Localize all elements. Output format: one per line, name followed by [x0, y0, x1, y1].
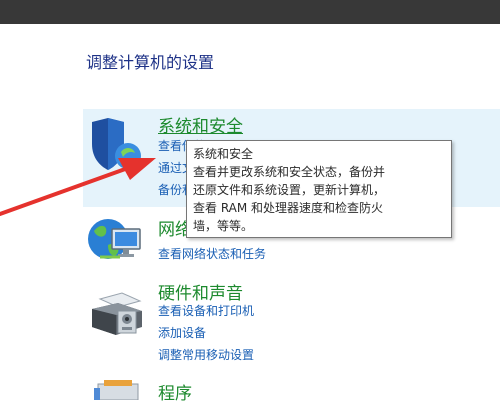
link-add-device[interactable]: 添加设备: [158, 324, 206, 341]
tooltip-line: 系统和安全: [193, 147, 254, 161]
tooltip-line: 墙，等等。: [193, 219, 254, 233]
network-globe-icon[interactable]: [86, 213, 146, 273]
category-title-programs[interactable]: 程序: [158, 379, 192, 404]
category-tooltip: 系统和安全 查看并更改系统和安全状态，备份并 还原文件和系统设置，更新计算机， …: [186, 140, 452, 238]
link-mobility-settings[interactable]: 调整常用移动设置: [158, 346, 254, 363]
printer-icon[interactable]: [88, 281, 148, 345]
category-title-system-security[interactable]: 系统和安全: [158, 112, 243, 137]
category-title-hardware-sound[interactable]: 硬件和声音: [158, 279, 243, 304]
programs-icon[interactable]: [90, 378, 144, 404]
page-title: 调整计算机的设置: [86, 53, 215, 72]
link-network-status[interactable]: 查看网络状态和任务: [158, 245, 266, 262]
tooltip-line: 查看并更改系统和安全状态，备份并: [193, 165, 386, 179]
tooltip-line: 还原文件和系统设置，更新计算机，: [193, 183, 386, 197]
tooltip-line: 查看 RAM 和处理器速度和检查防火: [193, 201, 384, 215]
window-titlebar: [0, 0, 500, 24]
link-devices-printers[interactable]: 查看设备和打印机: [158, 302, 254, 319]
shield-icon[interactable]: [88, 116, 146, 178]
